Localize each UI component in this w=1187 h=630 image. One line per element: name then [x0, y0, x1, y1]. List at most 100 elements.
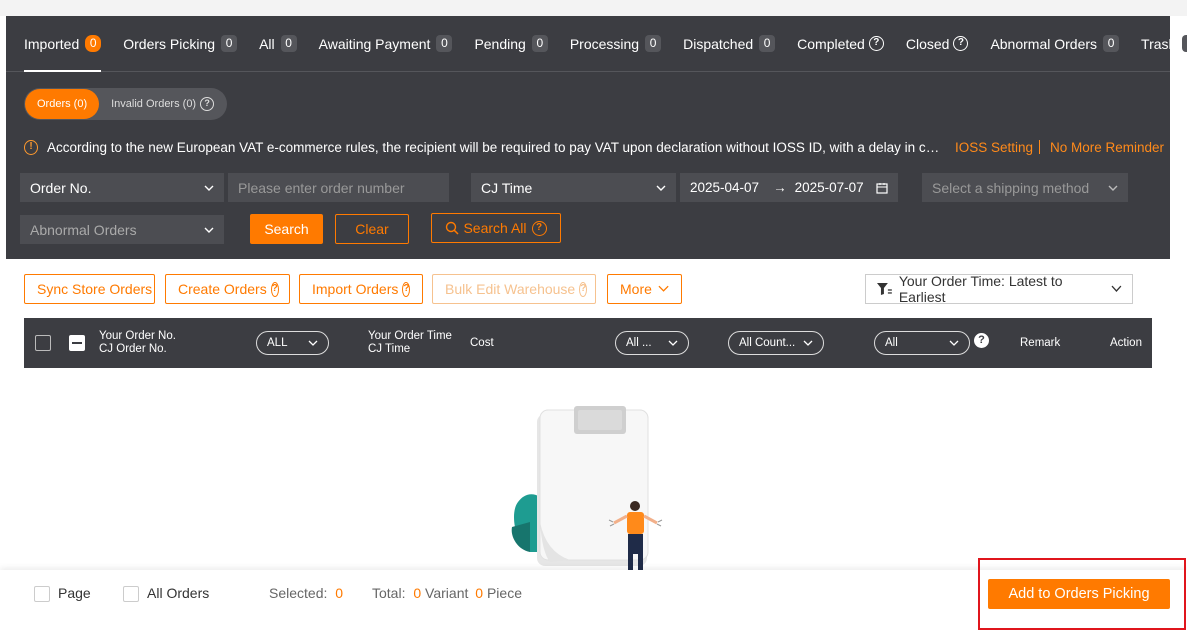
help-icon: ? — [579, 281, 588, 297]
chevron-down-icon — [668, 340, 678, 346]
subtab-label: Invalid Orders (0) — [111, 98, 197, 110]
sync-store-orders-button[interactable]: Sync Store Orders — [24, 274, 155, 304]
piece-label: Piece — [486, 585, 522, 601]
link-divider — [1039, 140, 1040, 154]
notice-message: According to the new European VAT e-comm… — [46, 139, 945, 155]
abnormal-orders-select[interactable]: Abnormal Orders — [20, 215, 224, 244]
time-field-select[interactable]: CJ Time — [471, 173, 676, 202]
shipping-method-select[interactable]: Select a shipping method — [922, 173, 1128, 202]
help-icon[interactable]: ? — [200, 97, 215, 111]
tab-label: Awaiting Payment — [318, 35, 431, 52]
tab-label: All — [259, 35, 275, 52]
order-time-column: Your Order Time CJ Time — [368, 330, 452, 356]
more-button[interactable]: More — [607, 274, 682, 304]
sort-select[interactable]: Your Order Time: Latest to Earliest — [865, 273, 1133, 305]
column-label: CJ Time — [368, 343, 411, 355]
status-filter-select[interactable]: All ... — [615, 331, 689, 355]
tab-count: 0 — [221, 35, 238, 52]
calendar-icon — [876, 182, 888, 194]
tab-dispatched[interactable]: Dispatched 0 — [683, 16, 776, 72]
clear-button[interactable]: Clear — [335, 214, 409, 244]
tab-label: Closed — [905, 35, 950, 52]
ioss-setting-link[interactable]: IOSS Setting — [955, 140, 1033, 155]
search-button[interactable]: Search — [250, 214, 323, 244]
date-from: 2025-04-07 — [690, 180, 760, 195]
tab-label: Pending — [474, 35, 526, 52]
help-icon[interactable]: ? — [270, 281, 279, 297]
tab-pending[interactable]: Pending 0 — [474, 16, 548, 72]
highlight-annotation-box — [978, 558, 1186, 630]
create-orders-button[interactable]: Create Orders ? — [165, 274, 290, 304]
bulk-edit-warehouse-button: Bulk Edit Warehouse ? — [432, 274, 596, 304]
search-icon — [446, 221, 459, 235]
help-icon[interactable]: ? — [953, 36, 969, 51]
help-icon[interactable]: ? — [974, 333, 989, 348]
tab-imported[interactable]: Imported 0 — [24, 16, 102, 72]
tab-count: 0 — [645, 35, 662, 52]
search-all-button[interactable]: Search All ? — [431, 213, 561, 243]
button-label: Create Orders — [178, 281, 267, 297]
help-icon[interactable]: ? — [402, 281, 411, 297]
tab-orders-picking[interactable]: Orders Picking 0 — [123, 16, 238, 72]
total-summary: Total: 0 Variant 0 Piece — [372, 585, 522, 601]
button-label: Import Orders — [312, 281, 399, 297]
no-more-reminder-link[interactable]: No More Reminder — [1050, 140, 1164, 155]
sort-filter-icon — [876, 283, 892, 295]
chevron-down-icon — [308, 340, 318, 346]
button-label: More — [620, 281, 652, 297]
select-placeholder: Select a shipping method — [932, 179, 1090, 196]
tab-trash[interactable]: Trash 0 — [1141, 16, 1187, 72]
tab-processing[interactable]: Processing 0 — [570, 16, 662, 72]
select-value: All ... — [626, 337, 652, 349]
order-number-input[interactable]: Please enter order number — [228, 173, 449, 202]
order-field-select[interactable]: Order No. — [20, 173, 224, 202]
help-icon[interactable]: ? — [531, 220, 547, 236]
select-value: CJ Time — [481, 179, 533, 196]
tab-awaiting-payment[interactable]: Awaiting Payment 0 — [319, 16, 453, 72]
subtab-invalid-orders[interactable]: Invalid Orders (0) ? — [99, 89, 226, 119]
tab-completed[interactable]: Completed ? — [797, 16, 884, 72]
tab-closed[interactable]: Closed ? — [906, 16, 969, 72]
top-strip — [0, 0, 1187, 16]
sort-value: Your Order Time: Latest to Earliest — [898, 273, 1063, 305]
subtab-orders[interactable]: Orders (0) — [25, 89, 100, 119]
page-checkbox[interactable] — [34, 586, 50, 602]
logistics-filter-select[interactable]: All — [874, 331, 970, 355]
tab-label: Trash — [1141, 35, 1177, 52]
column-label: Your Order No. — [99, 330, 176, 342]
orders-table-header: Your Order No. CJ Order No. ALL Your Ord… — [24, 318, 1152, 368]
tab-count: 0 — [436, 35, 453, 52]
tab-count: 0 — [759, 35, 776, 52]
select-value: All — [885, 337, 898, 349]
piece-count: 0 — [475, 585, 484, 601]
tab-count: 0 — [280, 35, 297, 52]
bulk-select-checkbox[interactable] — [69, 335, 85, 351]
country-filter-select[interactable]: All Count... — [728, 331, 824, 355]
chevron-down-icon — [656, 185, 666, 191]
select-value: All Count... — [739, 337, 796, 349]
total-label: Total: — [372, 585, 406, 601]
tab-label: Abnormal Orders — [990, 35, 1098, 52]
tab-label: Dispatched — [683, 35, 754, 52]
date-range-picker[interactable]: 2025-04-07 → 2025-07-07 — [680, 173, 898, 202]
all-orders-label: All Orders — [147, 585, 210, 601]
select-value: ALL — [267, 337, 288, 349]
select-value: Order No. — [30, 179, 92, 196]
import-orders-button[interactable]: Import Orders ? — [299, 274, 423, 304]
remark-column: Remark — [1020, 337, 1061, 349]
tab-abnormal-orders[interactable]: Abnormal Orders 0 — [990, 16, 1120, 72]
input-placeholder: Please enter order number — [238, 179, 405, 196]
tab-all[interactable]: All 0 — [259, 16, 297, 72]
all-orders-checkbox[interactable] — [123, 586, 139, 602]
button-label: Bulk Edit Warehouse — [445, 281, 576, 297]
selected-summary: Selected: 0 — [269, 585, 343, 601]
filter-panel: Imported 0 Orders Picking 0 All 0 Awaiti… — [6, 16, 1187, 259]
chevron-down-icon — [949, 340, 959, 346]
chevron-down-icon — [1111, 285, 1122, 292]
selected-count: 0 — [335, 585, 344, 601]
empty-state-illustration — [511, 406, 663, 570]
select-all-checkbox[interactable] — [35, 335, 51, 351]
help-icon[interactable]: ? — [868, 36, 884, 51]
store-filter-select[interactable]: ALL — [256, 331, 329, 355]
status-tabs: Imported 0 Orders Picking 0 All 0 Awaiti… — [6, 16, 1187, 72]
